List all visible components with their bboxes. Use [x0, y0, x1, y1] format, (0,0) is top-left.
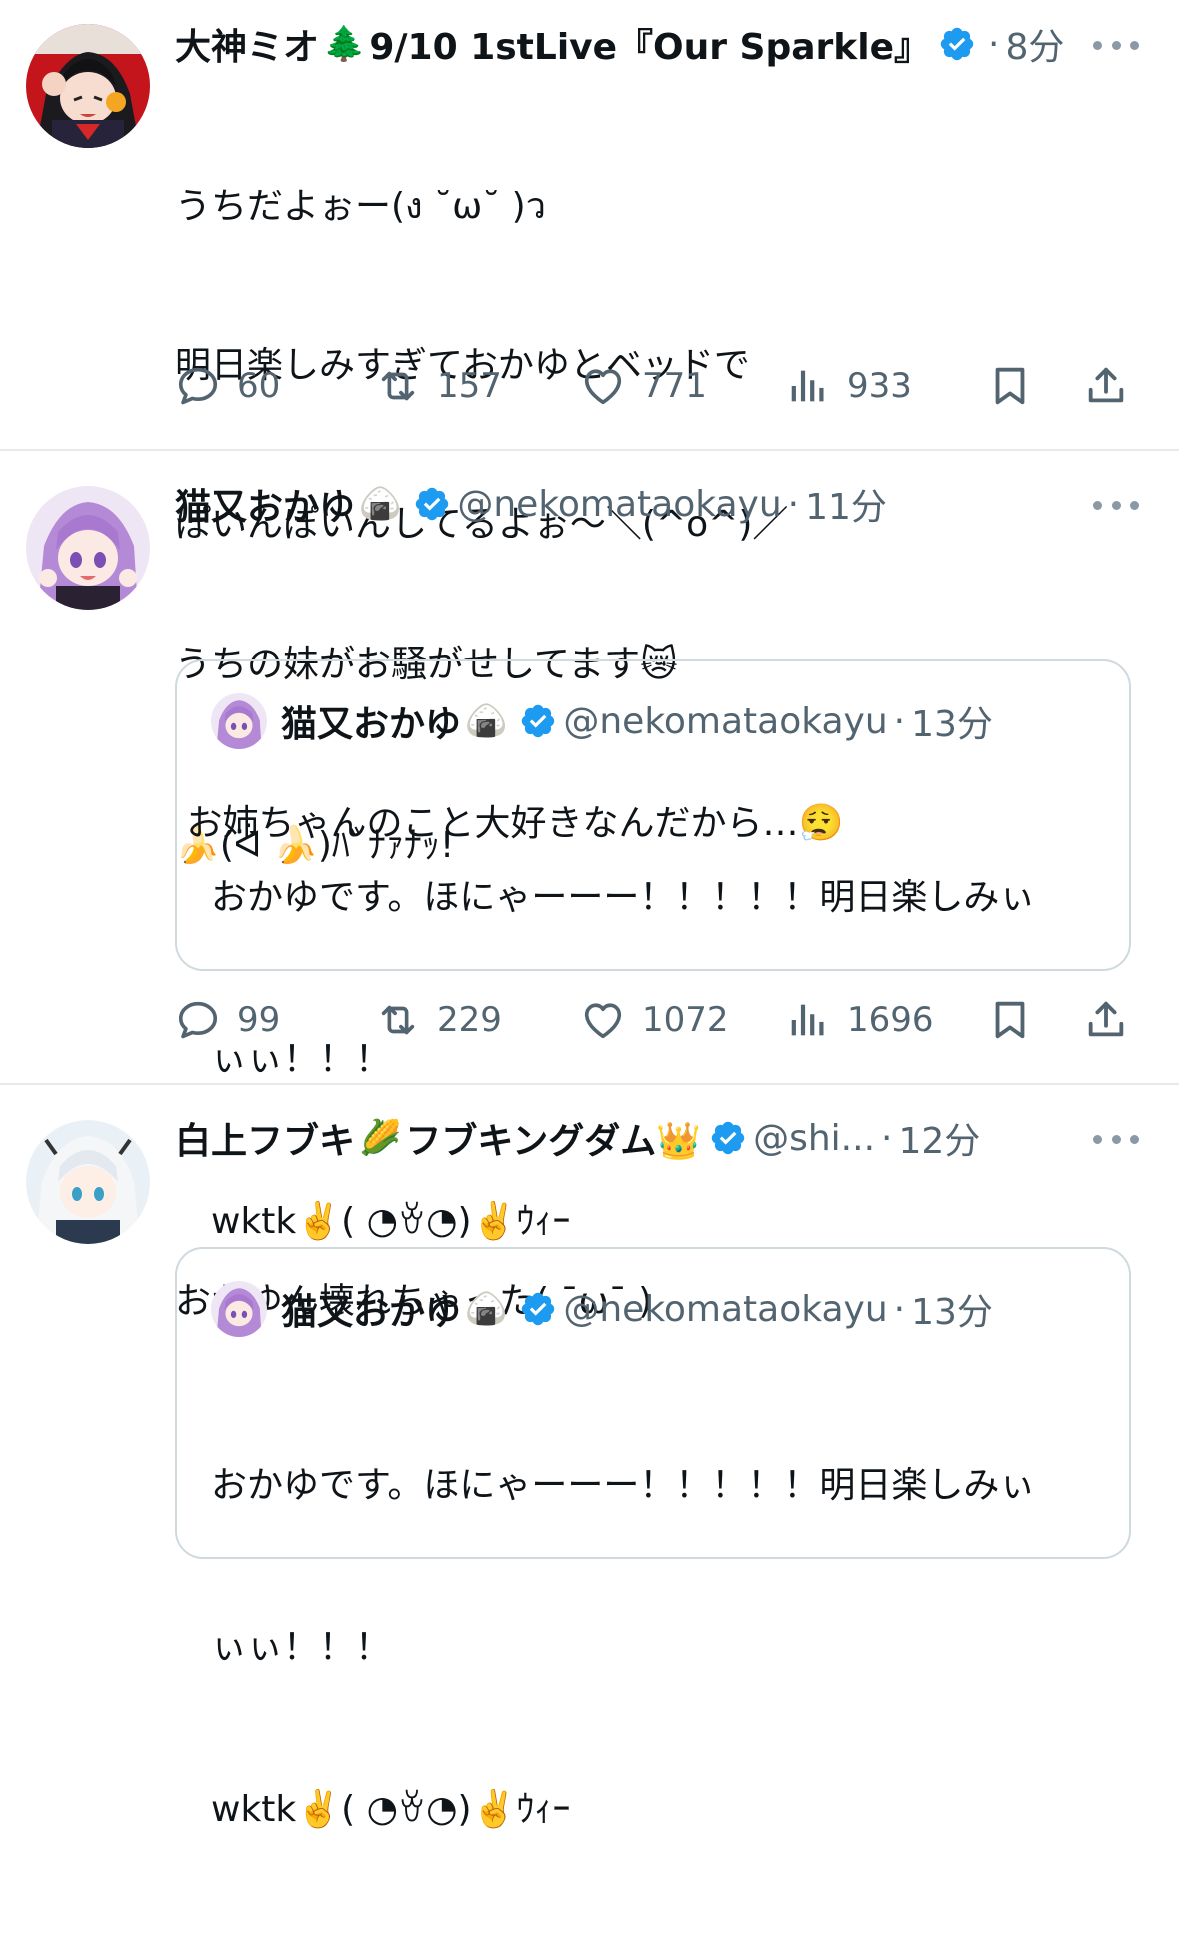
text-line: うちだよぉー(ง ˘ω˘ )ว [175, 186, 546, 227]
verified-badge-icon [413, 485, 451, 523]
more-dots-icon[interactable] [1093, 1132, 1139, 1146]
retweet-arrows-icon [375, 363, 421, 409]
quoted-text: おかゆです。ほにゃーーー！！！！！明日楽しみぃ ぃぃ！！！ wktk✌️( ◔ꈊ… [211, 1351, 1035, 1945]
retweet-count: 157 [437, 366, 502, 406]
more-dots-icon[interactable] [1093, 498, 1139, 512]
quoted-handle: @nekomataokayu [563, 1288, 888, 1330]
tree-emoji: 🌲 [323, 24, 366, 64]
heart-icon [580, 363, 626, 409]
quoted-handle: @nekomataokayu [563, 700, 888, 742]
more-dots-icon[interactable] [1093, 38, 1139, 52]
reply-count: 60 [237, 366, 281, 406]
comment-bubble-icon [175, 997, 221, 1043]
retweet-button[interactable]: 229 [375, 992, 502, 1048]
like-count: 1072 [642, 1000, 729, 1040]
reply-button[interactable]: 99 [175, 992, 280, 1048]
bookmark-icon [987, 363, 1033, 409]
avatar-mio[interactable] [26, 24, 150, 148]
verified-badge-icon [519, 702, 557, 740]
heart-icon [580, 997, 626, 1043]
quoted-header: 猫又おかゆ 🍙 @nekomataokayu · 13分 [211, 691, 993, 751]
share-button[interactable] [1083, 992, 1145, 1048]
quoted-tweet[interactable]: 猫又おかゆ 🍙 @nekomataokayu · 13分 おかゆです。ほにゃーー… [175, 659, 1131, 1242]
separator-dot: · [893, 700, 906, 742]
like-button[interactable]: 771 [580, 358, 707, 414]
quoted-display-name: 猫又おかゆ [281, 1292, 462, 1333]
reply-count: 99 [237, 1000, 281, 1040]
views-button[interactable]: 933 [785, 358, 912, 414]
quoted-header: 猫又おかゆ 🍙 @nekomataokayu · 13分 [211, 1279, 993, 1339]
onigiri-emoji: 🍙 [465, 701, 508, 741]
share-button[interactable] [1083, 358, 1145, 414]
timestamp[interactable]: 8分 [1005, 18, 1064, 70]
text-line: おかゆです。ほにゃーーー！！！！！明日楽しみぃ [211, 877, 1036, 918]
avatar-okayu-small [211, 1281, 267, 1337]
avatar-fubuki[interactable] [26, 1120, 150, 1244]
avatar-okayu[interactable] [26, 486, 150, 610]
comment-bubble-icon [175, 363, 221, 409]
tweet-actions: 60 157 771 933 [175, 358, 1135, 414]
bar-chart-icon [785, 363, 831, 409]
view-count: 933 [847, 366, 912, 406]
view-count: 1696 [847, 1000, 934, 1040]
display-name-suffix[interactable]: フブキングダム👑 [405, 1112, 701, 1164]
text-line: ぃぃ！！！ [211, 1627, 392, 1668]
timestamp[interactable]: 12分 [898, 1112, 980, 1164]
tweet-3[interactable]: 白上フブキ 🌽 フブキングダム👑 @shi... · 12分 おかゆん壊れちゃっ… [0, 1085, 1179, 1830]
bar-chart-icon [785, 997, 831, 1043]
share-upload-icon [1083, 997, 1129, 1043]
display-name[interactable]: 大神ミオ [175, 18, 319, 70]
separator-dot: · [787, 483, 800, 525]
tweet-header: 猫又おかゆ 🍙 @nekomataokayu · 11分 [175, 476, 887, 532]
retweet-arrows-icon [375, 997, 421, 1043]
reply-button[interactable]: 60 [175, 358, 280, 414]
verified-badge-icon [938, 25, 976, 63]
display-name[interactable]: 白上フブキ [175, 1112, 355, 1164]
quoted-tweet[interactable]: 猫又おかゆ 🍙 @nekomataokayu · 13分 おかゆです。ほにゃーー… [175, 1247, 1131, 1830]
handle[interactable]: @shi... [753, 1118, 875, 1159]
text-line: wktk✌️( ◔ꈊ◔)✌️ｳｨｰ [211, 1789, 571, 1830]
separator-dot: · [881, 1117, 893, 1159]
retweet-count: 229 [437, 1000, 502, 1040]
avatar-okayu-small [211, 693, 267, 749]
retweet-button[interactable]: 157 [375, 358, 502, 414]
tweet-2[interactable]: 猫又おかゆ 🍙 @nekomataokayu · 11分 うちの妹がお騒がせして… [0, 451, 1179, 1242]
verified-badge-icon [709, 1119, 747, 1157]
views-button[interactable]: 1696 [785, 992, 934, 1048]
handle[interactable]: @nekomataokayu [457, 484, 781, 525]
quoted-display-name: 猫又おかゆ [281, 704, 462, 745]
onigiri-emoji: 🍙 [359, 484, 402, 524]
display-name-suffix[interactable]: 9/10 1stLive『Our Sparkle』 [369, 18, 930, 70]
tweet-header: 大神ミオ 🌲 9/10 1stLive『Our Sparkle』 · 8分 [175, 16, 1064, 72]
separator-dot: · [988, 23, 1000, 65]
bookmark-button[interactable] [987, 358, 1049, 414]
display-name[interactable]: 猫又おかゆ [175, 478, 355, 530]
like-count: 771 [642, 366, 707, 406]
verified-badge-icon [519, 1290, 557, 1328]
quoted-timestamp: 13分 [911, 1292, 993, 1333]
separator-dot: · [893, 1288, 906, 1330]
tweet-1[interactable]: 大神ミオ 🌲 9/10 1stLive『Our Sparkle』 · 8分 うち… [0, 0, 1179, 866]
tweet-actions: 99 229 1072 1696 [175, 992, 1135, 1048]
timestamp[interactable]: 11分 [805, 478, 887, 530]
share-upload-icon [1083, 363, 1129, 409]
bookmark-icon [987, 997, 1033, 1043]
onigiri-emoji: 🍙 [465, 1289, 508, 1329]
text-line: おかゆです。ほにゃーーー！！！！！明日楽しみぃ [211, 1465, 1036, 1506]
like-button[interactable]: 1072 [580, 992, 729, 1048]
quoted-timestamp: 13分 [911, 704, 993, 745]
tweet-header: 白上フブキ 🌽 フブキングダム👑 @shi... · 12分 [175, 1110, 980, 1166]
corn-emoji: 🌽 [359, 1118, 402, 1158]
bookmark-button[interactable] [987, 992, 1049, 1048]
